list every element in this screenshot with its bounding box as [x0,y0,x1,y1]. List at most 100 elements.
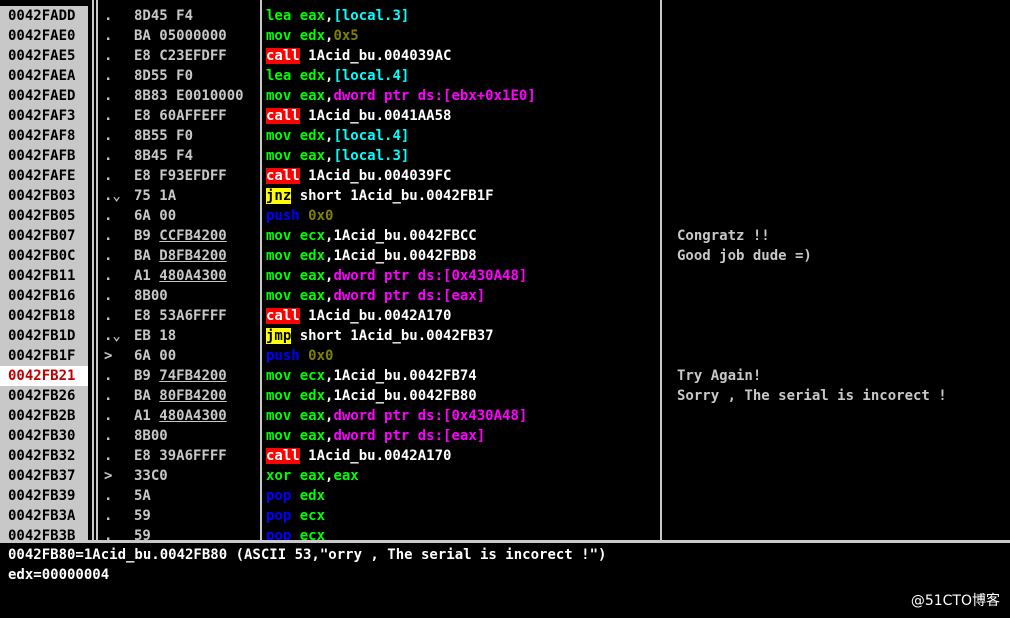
instruction-row[interactable]: 0042FB16. 8B00 mov eax,dword ptr ds:[eax] [0,286,1010,306]
instruction-row[interactable]: 0042FAF3. E8 60AFFEFF call 1Acid_bu.0041AA… [0,106,1010,126]
mnemonic: call [266,48,300,64]
hex-bytes-fixup: 80FB4200 [159,388,227,404]
hex-bytes-text: 59 [134,528,151,540]
operand: 1Acid_bu.0041AA58 [299,108,452,124]
instruction-cell: mov eax,[local.3] [266,146,660,166]
address-cell: 0042FAFE [0,166,88,186]
instruction-cell: jnz short 1Acid_bu.0042FB1F [266,186,660,206]
jump-marker: . [104,28,113,44]
address-cell: 0042FB32 [0,446,88,466]
operand: 1Acid_bu.004039FC [299,168,452,184]
instruction-row[interactable]: 0042FAE5. E8 C23EFDFF call 1Acid_bu.004039… [0,46,1010,66]
instruction-row[interactable]: 0042FB2B. A1 480A4300 mov eax,dword ptr ds… [0,406,1010,426]
instruction-row[interactable]: 0042FAE0. BA 05000000 mov edx,0x5 [0,26,1010,46]
jump-marker: . [104,528,113,540]
operand: ,1Acid_bu.0042FB74 [325,368,477,384]
jump-marker: . [104,228,113,244]
instruction-row[interactable]: 0042FAFE. E8 F93EFDFF call 1Acid_bu.004039… [0,166,1010,186]
instruction-cell: call 1Acid_bu.004039FC [266,166,660,186]
instruction-row[interactable]: 0042FAFB. 8B45 F4 mov eax,[local.3] [0,146,1010,166]
operand: short 1Acid_bu.0042FB1F [291,188,494,204]
instruction-row[interactable]: 0042FAF8. 8B55 F0 mov edx,[local.4] [0,126,1010,146]
instruction-row[interactable]: 0042FB0C. BA D8FB4200 mov edx,1Acid_bu.004… [0,246,1010,266]
instruction-row[interactable]: 0042FB1F >6A 00 push 0x0 [0,346,1010,366]
hex-bytes-text: B9 [134,368,160,384]
address-cell: 0042FB0C [0,246,88,266]
instruction-cell: pop ecx [266,526,660,540]
mnemonic: mov [266,368,300,384]
comment-cell: Sorry , The serial is incorect ! [677,388,947,404]
hex-bytes-text: 8B45 F4 [134,148,194,164]
mnemonic: lea [266,68,300,84]
instruction-row[interactable]: 0042FB30. 8B00 mov eax,dword ptr ds:[eax] [0,426,1010,446]
hex-bytes-text: BA 05000000 [134,28,227,44]
instruction-cell: pop edx [266,486,660,506]
instruction-row[interactable]: 0042FB37 >33C0 xor eax,eax [0,466,1010,486]
address-cell: 0042FB21 [0,366,88,386]
instruction-row[interactable]: 0042FB3B. 59 pop ecx [0,526,1010,540]
instruction-row[interactable]: 0042FB07. B9 CCFB4200 mov ecx,1Acid_bu.004… [0,226,1010,246]
address-cell: 0042FB1F [0,346,88,366]
mnemonic: call [266,448,300,464]
hex-bytes-cell: E8 C23EFDFF [134,46,250,66]
instruction-row[interactable]: 0042FB26. BA 80FB4200 mov edx,1Acid_bu.004… [0,386,1010,406]
instruction-row[interactable]: 0042FB18. E8 53A6FFFF call 1Acid_bu.0042A1… [0,306,1010,326]
instruction-row[interactable]: 0042FB03 .⌄ 75 1A jnz short 1Acid_bu.0042FB… [0,186,1010,206]
mnemonic: mov [266,228,300,244]
hex-bytes-cell: E8 60AFFEFF [134,106,250,126]
hex-bytes-cell: 59 [134,506,250,526]
hex-bytes-cell: 6A 00 [134,346,250,366]
instruction-row[interactable]: 0042FB3A. 59 pop ecx [0,506,1010,526]
instruction-row[interactable]: 0042FB05. 6A 00 push 0x0 [0,206,1010,226]
hex-bytes-cell: BA 80FB4200 [134,386,250,406]
instruction-cell: call 1Acid_bu.0042A170 [266,306,660,326]
jump-marker: . [104,108,113,124]
disassembly-pane[interactable]: 0042FADD. 8D45 F4 lea eax,[local.3] 0042FAE… [0,0,1010,540]
operand: [local.4] [333,128,410,144]
hex-bytes-cell: 33C0 [134,466,250,486]
address-cell: 0042FAED [0,86,88,106]
mnemonic: pop [266,528,300,540]
operand: ,1Acid_bu.0042FBCC [325,228,477,244]
hex-bytes-text: EB 18 [134,328,177,344]
hex-bytes-text: 8D45 F4 [134,8,194,24]
jump-marker: . [104,248,113,264]
address-cell: 0042FAFB [0,146,88,166]
hex-bytes-text: E8 F93EFDFF [134,168,227,184]
hex-bytes-text: 8B00 [134,288,168,304]
hex-bytes-cell: E8 F93EFDFF [134,166,250,186]
instruction-row[interactable]: 0042FB39. 5A pop edx [0,486,1010,506]
instruction-row[interactable]: 0042FB21. B9 74FB4200 mov ecx,1Acid_bu.004… [0,366,1010,386]
instruction-cell: call 1Acid_bu.0041AA58 [266,106,660,126]
hex-bytes-cell: E8 39A6FFFF [134,446,250,466]
instruction-row[interactable]: 0042FAEA. 8D55 F0 lea edx,[local.4] [0,66,1010,86]
instruction-row[interactable]: 0042FADD. 8D45 F4 lea eax,[local.3] [0,6,1010,26]
watermark: @51CTO博客 [910,593,1000,609]
hex-bytes-cell: B9 74FB4200 [134,366,250,386]
instruction-cell: xor eax,eax [266,466,660,486]
hex-bytes-text: 5A [134,488,151,504]
mnemonic: mov [266,388,300,404]
instruction-row[interactable]: 0042FB11. A1 480A4300 mov eax,dword ptr ds… [0,266,1010,286]
hex-bytes-cell: 8B00 [134,286,250,306]
jump-marker: > [104,348,113,364]
jump-marker: . [104,368,113,384]
jump-marker: . [104,88,113,104]
address-cell: 0042FB2B [0,406,88,426]
jump-marker: . [104,268,113,284]
jump-marker: . [104,448,113,464]
operand: eax [299,88,326,104]
instruction-row[interactable]: 0042FB32. E8 39A6FFFF call 1Acid_bu.0042A1… [0,446,1010,466]
mnemonic: mov [266,148,300,164]
operand: 0x0 [308,208,334,224]
instruction-row[interactable]: 0042FB1D .⌄ EB 18 jmp short 1Acid_bu.0042FB… [0,326,1010,346]
instruction-row[interactable]: 0042FAED. 8B83 E0010000 mov eax,dword ptr … [0,86,1010,106]
comment-cell: Congratz !! [677,228,770,244]
operand: dword ptr ds:[0x430A48] [333,268,528,284]
operand: [local.4] [333,68,410,84]
address-cell: 0042FB03 [0,186,88,206]
operand: ecx [299,508,326,524]
operand: ecx [299,528,326,540]
operand: short 1Acid_bu.0042FB37 [291,328,494,344]
hex-bytes-text: 59 [134,508,151,524]
